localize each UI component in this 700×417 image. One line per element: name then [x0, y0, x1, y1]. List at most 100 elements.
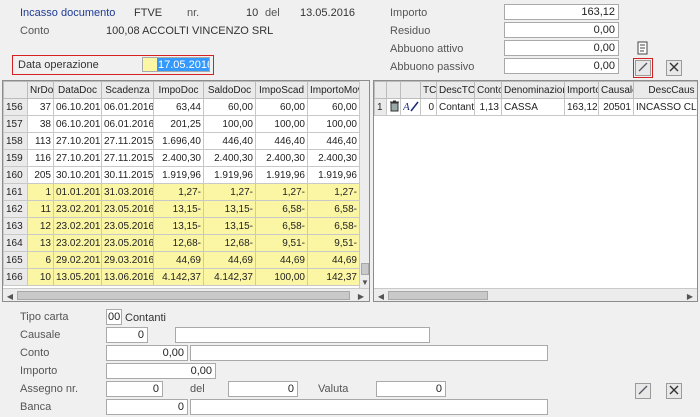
- column-header[interactable]: ImpoDoc: [153, 81, 204, 99]
- residuo-label: Residuo: [390, 25, 431, 37]
- table-cell: 1.919,96: [255, 166, 308, 184]
- table-cell: 23.05.2016: [101, 200, 154, 218]
- column-header[interactable]: ImportoMovim: [307, 81, 360, 99]
- causale-desc[interactable]: [175, 327, 430, 343]
- valuta-field[interactable]: 0: [376, 381, 446, 397]
- importo-form-field[interactable]: 0,00: [106, 363, 216, 379]
- scroll-right-icon[interactable]: ▶: [355, 290, 367, 301]
- table-cell: 6,58-: [255, 200, 308, 218]
- table-cell: 1: [27, 183, 54, 201]
- row-number: 165: [3, 251, 28, 269]
- pen-icon[interactable]: A: [402, 101, 419, 115]
- column-header[interactable]: ImpoScad: [255, 81, 308, 99]
- conto-form-label: Conto: [20, 347, 50, 359]
- table-row[interactable]: 1 A 0 Contanti 1,13 CASSA 163,12 20501 INCASSO C…: [374, 98, 697, 116]
- importo-field[interactable]: 163,12: [504, 4, 619, 20]
- table-cell: 27.10.2015: [53, 149, 102, 167]
- abbuono-passivo-field[interactable]: 0,00: [504, 58, 619, 74]
- banca-code[interactable]: 0: [106, 399, 188, 415]
- table-cell: 20501: [598, 98, 634, 116]
- table-cell: 1.919,96: [203, 166, 256, 184]
- form-cancel-button[interactable]: [666, 383, 682, 399]
- left-grid-vscroll-thumb[interactable]: [361, 263, 369, 275]
- column-header[interactable]: Importo: [564, 81, 599, 99]
- edit-cell[interactable]: A: [400, 98, 421, 116]
- scroll-left-icon[interactable]: ◀: [375, 290, 387, 301]
- delete-cell[interactable]: [386, 98, 401, 116]
- form-confirm-button[interactable]: [635, 383, 651, 399]
- confirm-button[interactable]: [635, 60, 651, 76]
- table-cell: 12: [27, 217, 54, 235]
- table-row[interactable]: 164 13 23.02.2016 23.05.2016 12,68- 12,68- 9,5…: [3, 234, 360, 252]
- column-header[interactable]: [386, 81, 401, 99]
- table-cell: 6,58-: [307, 217, 360, 235]
- abbuono-attivo-field[interactable]: 0,00: [504, 40, 619, 56]
- table-row[interactable]: 156 37 06.10.2015 06.01.2016 63,44 60,00 60,00…: [3, 98, 360, 116]
- column-header[interactable]: Denominazione: [501, 81, 565, 99]
- table-cell: 12,68-: [153, 234, 204, 252]
- cancel-button[interactable]: [666, 60, 682, 76]
- table-cell: 142,37: [307, 268, 360, 286]
- table-cell: 44,69: [255, 251, 308, 269]
- column-header[interactable]: Causale: [598, 81, 634, 99]
- table-cell: 29.03.2016: [101, 251, 154, 269]
- table-row[interactable]: 161 1 01.01.2016 31.03.2016 1,27- 1,27- 1,27- 1…: [3, 183, 360, 201]
- document-edit-icon[interactable]: [636, 41, 650, 55]
- table-cell: 23.05.2016: [101, 217, 154, 235]
- column-header[interactable]: SaldoDoc: [203, 81, 256, 99]
- conto-desc[interactable]: [190, 345, 548, 361]
- table-row[interactable]: 158 113 27.10.2015 27.11.2015 1.696,40 446,40…: [3, 132, 360, 150]
- left-grid-hscroll-thumb[interactable]: [17, 291, 350, 300]
- row-number: 162: [3, 200, 28, 218]
- column-header[interactable]: Conto: [474, 81, 502, 99]
- check-icon: [638, 62, 648, 75]
- residuo-field[interactable]: 0,00: [504, 22, 619, 38]
- left-grid-vscroll[interactable]: ▼: [359, 81, 369, 288]
- table-row[interactable]: 166 10 13.05.2016 13.06.2016 4.142,37 4.142,3…: [3, 268, 360, 286]
- abbuono-passivo-label: Abbuono passivo: [390, 61, 475, 73]
- scroll-left-icon[interactable]: ◀: [4, 290, 16, 301]
- svg-text:A: A: [403, 101, 410, 112]
- column-header[interactable]: DescCaus: [633, 81, 697, 99]
- table-cell: 0: [420, 98, 437, 116]
- tipo-carta-code[interactable]: 00: [106, 309, 122, 325]
- table-cell: 01.01.2016: [53, 183, 102, 201]
- table-cell: 13.05.2016: [53, 268, 102, 286]
- column-header[interactable]: [374, 81, 387, 99]
- table-row[interactable]: 163 12 23.02.2016 23.05.2016 13,15- 13,15- 6,5…: [3, 217, 360, 235]
- conto-code[interactable]: 0,00: [106, 345, 188, 361]
- table-cell: 6,58-: [307, 200, 360, 218]
- right-grid-hscroll[interactable]: ◀ ▶: [374, 288, 697, 301]
- trash-icon[interactable]: [389, 100, 400, 115]
- table-cell: 446,40: [255, 132, 308, 150]
- table-cell: 1.919,96: [307, 166, 360, 184]
- table-cell: 100,00: [203, 115, 256, 133]
- column-header[interactable]: TC: [420, 81, 437, 99]
- assegno-del-field[interactable]: 0: [228, 381, 298, 397]
- causale-code[interactable]: 0: [106, 327, 148, 343]
- table-row[interactable]: 157 38 06.10.2015 06.01.2016 201,25 100,00 100…: [3, 115, 360, 133]
- column-header[interactable]: [3, 81, 28, 99]
- right-grid-hscroll-thumb[interactable]: [388, 291, 488, 300]
- column-header[interactable]: DataDoc: [53, 81, 102, 99]
- left-grid-hscroll[interactable]: ◀ ▶: [3, 288, 369, 301]
- row-number: 1: [374, 98, 387, 116]
- table-cell: 44,69: [307, 251, 360, 269]
- column-header[interactable]: DescTC: [436, 81, 475, 99]
- table-row[interactable]: 162 11 23.02.2016 23.05.2016 13,15- 13,15- 6,5…: [3, 200, 360, 218]
- causale-label: Causale: [20, 329, 61, 341]
- table-cell: 163,12: [564, 98, 599, 116]
- scroll-down-icon[interactable]: ▼: [359, 276, 369, 288]
- table-row[interactable]: 160 205 30.10.2015 30.11.2015 1.919,96 1.919,…: [3, 166, 360, 184]
- data-operazione-input[interactable]: 17.05.2016: [142, 57, 210, 72]
- scroll-right-icon[interactable]: ▶: [684, 290, 696, 301]
- table-row[interactable]: 159 116 27.10.2015 27.11.2015 2.400,30 2.400,…: [3, 149, 360, 167]
- assegno-field[interactable]: 0: [106, 381, 163, 397]
- banca-desc[interactable]: [190, 399, 548, 415]
- table-cell: 27.11.2015: [101, 132, 154, 150]
- column-header[interactable]: Scadenza: [101, 81, 154, 99]
- column-header[interactable]: [400, 81, 421, 99]
- table-row[interactable]: 165 6 29.02.2016 29.03.2016 44,69 44,69 44,69 4…: [3, 251, 360, 269]
- column-header[interactable]: NrDoc: [27, 81, 54, 99]
- table-cell: 23.02.2016: [53, 234, 102, 252]
